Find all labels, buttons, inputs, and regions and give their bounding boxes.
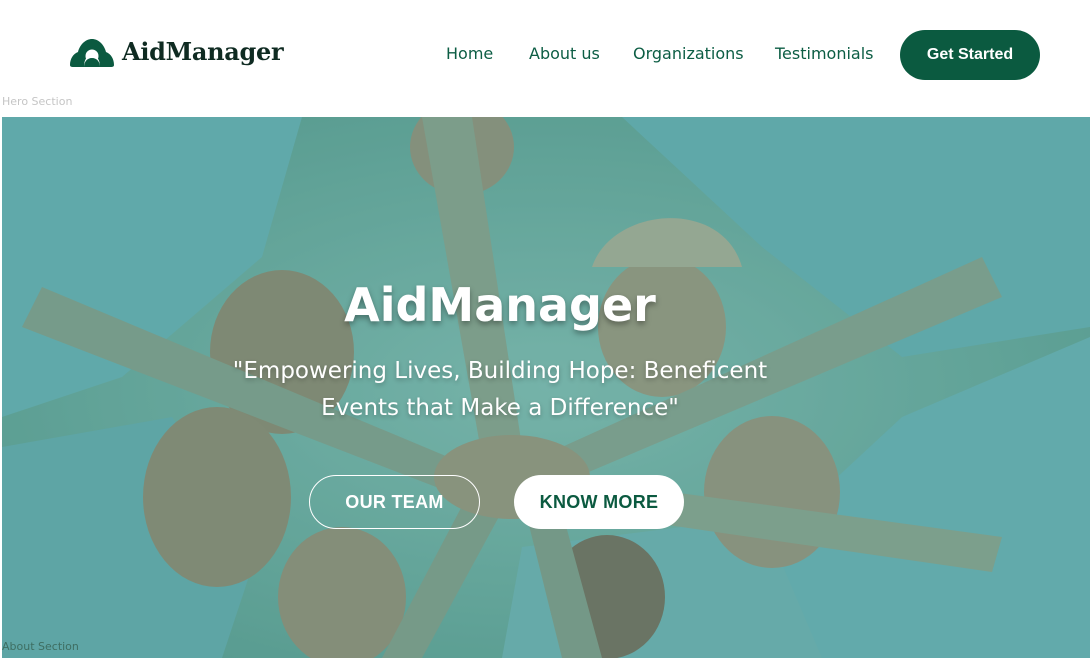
nav-home[interactable]: Home — [446, 42, 493, 66]
brand-name: AidManager — [122, 37, 284, 66]
hero-tagline: "Empowering Lives, Building Hope: Benefi… — [232, 358, 768, 421]
know-more-button[interactable]: KNOW MORE — [514, 475, 684, 529]
our-team-button[interactable]: OUR TEAM — [309, 475, 480, 529]
navbar: AidManager Home About us Organizations T… — [0, 0, 1090, 100]
hands-logo-icon — [70, 39, 114, 67]
brand-logo[interactable]: AidManager — [68, 36, 284, 68]
hero-section: AidManager "Empowering Lives, Building H… — [2, 117, 1090, 658]
nav-organizations[interactable]: Organizations — [633, 42, 744, 66]
nav-testimonials[interactable]: Testimonials — [775, 42, 874, 66]
page: AidManager Home About us Organizations T… — [0, 0, 1090, 658]
nav-about-us[interactable]: About us — [529, 42, 600, 66]
get-started-button[interactable]: Get Started — [900, 30, 1040, 80]
hero-section-label: Hero Section — [2, 95, 73, 108]
hero-title: AidManager — [344, 278, 656, 332]
about-section-label: About Section — [2, 640, 79, 653]
